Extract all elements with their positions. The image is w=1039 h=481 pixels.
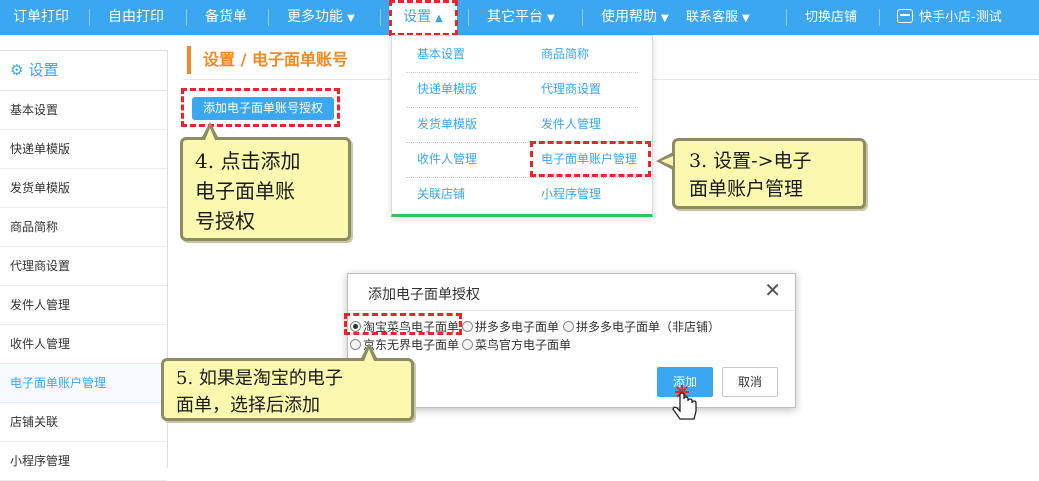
- option-cainiao-official[interactable]: 菜鸟官方电子面单: [462, 336, 571, 353]
- nav-help[interactable]: 使用帮助 ▼: [601, 0, 669, 35]
- close-icon[interactable]: ✕: [764, 280, 781, 300]
- dropdown-item-basic-settings[interactable]: 基本设置: [417, 37, 532, 71]
- sidebar-header: ⚙ 设置: [0, 51, 167, 91]
- callout-step-4: 4. 点击添加 电子面单账 号授权: [180, 137, 351, 241]
- highlight-box-taobao-option: [344, 313, 462, 335]
- callout-step-5: 5. 如果是淘宝的电子 面单，选择后添加: [161, 358, 414, 421]
- hand-cursor-icon: [672, 385, 697, 420]
- sidebar-item-miniprogram[interactable]: 小程序管理: [0, 442, 167, 481]
- sidebar-title: 设置: [28, 61, 59, 79]
- store-icon: [897, 9, 913, 23]
- nav-other-platforms[interactable]: 其它平台 ▼: [487, 0, 555, 35]
- dropdown-item-miniprogram[interactable]: 小程序管理: [541, 177, 656, 211]
- sidebar-item-sender-management[interactable]: 发件人管理: [0, 286, 167, 325]
- dropdown-item-delivery-template[interactable]: 发货单模版: [417, 107, 532, 141]
- sidebar-item-agent-settings[interactable]: 代理商设置: [0, 247, 167, 286]
- caret-down-icon: ▼: [547, 13, 555, 24]
- callout-pointer-fill: [661, 156, 673, 166]
- add-waybill-auth-dialog: 添加电子面单授权 ✕ 淘宝菜鸟电子面单 拼多多电子面单 拼多多电子面单（非店铺）…: [347, 273, 796, 408]
- dropdown-item-product-abbr[interactable]: 商品简称: [541, 37, 656, 71]
- sidebar-item-delivery-template[interactable]: 发货单模版: [0, 169, 167, 208]
- cancel-button[interactable]: 取消: [722, 367, 778, 397]
- option-pinduoduo[interactable]: 拼多多电子面单: [462, 318, 559, 335]
- highlight-box-waybill-accounts: [530, 141, 651, 177]
- callout-step-4-text: 4. 点击添加 电子面单账 号授权: [195, 149, 301, 233]
- dropdown-item-linked-stores[interactable]: 关联店铺: [417, 177, 532, 211]
- callout-step-5-text: 5. 如果是淘宝的电子 面单，选择后添加: [176, 368, 343, 416]
- callout-pointer-fill: [364, 349, 374, 361]
- dialog-title: 添加电子面单授权: [368, 287, 480, 303]
- dialog-divider: [348, 310, 795, 311]
- sidebar-item-basic-settings[interactable]: 基本设置: [0, 91, 167, 130]
- nav-divider: [786, 9, 787, 26]
- highlight-box-settings-nav: [389, 0, 458, 36]
- sidebar-item-express-template[interactable]: 快递单模版: [0, 130, 167, 169]
- settings-dropdown-menu: 基本设置 商品简称 快递单模版 代理商设置 发货单模版 发件人管理 收件人管理 …: [391, 35, 653, 217]
- nav-order-print[interactable]: 订单打印: [13, 0, 69, 35]
- caret-down-icon: ▼: [661, 13, 669, 24]
- top-nav-bar: 订单打印 自由打印 备货单 更多功能 ▼ 设置 ▲ 其它平台 ▼ 使用帮助 ▼ 联系客服…: [0, 0, 1039, 35]
- radio-icon[interactable]: [462, 321, 473, 332]
- sidebar-item-store-link[interactable]: 店铺关联: [0, 403, 167, 442]
- nav-current-store[interactable]: 快手小店-测试: [897, 0, 1002, 35]
- nav-divider: [89, 9, 90, 26]
- nav-divider: [582, 9, 583, 26]
- sidebar-item-product-abbr[interactable]: 商品简称: [0, 208, 167, 247]
- callout-pointer-fill: [205, 128, 215, 140]
- dropdown-item-sender-management[interactable]: 发件人管理: [541, 107, 656, 141]
- dropdown-item-agent-settings[interactable]: 代理商设置: [541, 72, 656, 106]
- nav-contact-service[interactable]: 联系客服 ▼: [686, 0, 750, 35]
- nav-divider: [879, 9, 880, 26]
- radio-icon[interactable]: [462, 339, 473, 350]
- sidebar-item-waybill-accounts[interactable]: 电子面单账户管理: [0, 364, 167, 403]
- nav-divider: [380, 9, 381, 26]
- callout-step-3-text: 3. 设置->电子 面单账户管理: [689, 150, 812, 200]
- nav-more-functions[interactable]: 更多功能 ▼: [287, 0, 355, 35]
- dropdown-item-recipient-management[interactable]: 收件人管理: [417, 142, 532, 176]
- nav-stock-list[interactable]: 备货单: [205, 0, 247, 35]
- nav-divider: [186, 9, 187, 26]
- callout-step-3: 3. 设置->电子 面单账户管理: [672, 138, 866, 209]
- nav-switch-store[interactable]: 切换店铺: [805, 0, 857, 35]
- caret-down-icon: ▼: [347, 13, 355, 24]
- nav-divider: [468, 9, 469, 26]
- breadcrumb: 设置 / 电子面单账号: [187, 46, 348, 74]
- nav-free-print[interactable]: 自由打印: [108, 0, 164, 35]
- settings-sidebar: ⚙ 设置 基本设置 快递单模版 发货单模版 商品简称 代理商设置 发件人管理 收件…: [0, 50, 168, 481]
- radio-icon[interactable]: [563, 321, 574, 332]
- sidebar-item-recipient-management[interactable]: 收件人管理: [0, 325, 167, 364]
- option-pinduoduo-non-store[interactable]: 拼多多电子面单（非店铺）: [563, 318, 720, 335]
- nav-divider: [268, 9, 269, 26]
- dropdown-item-express-template[interactable]: 快递单模版: [417, 72, 532, 106]
- gear-icon: ⚙: [10, 61, 24, 79]
- caret-down-icon: ▼: [742, 13, 750, 24]
